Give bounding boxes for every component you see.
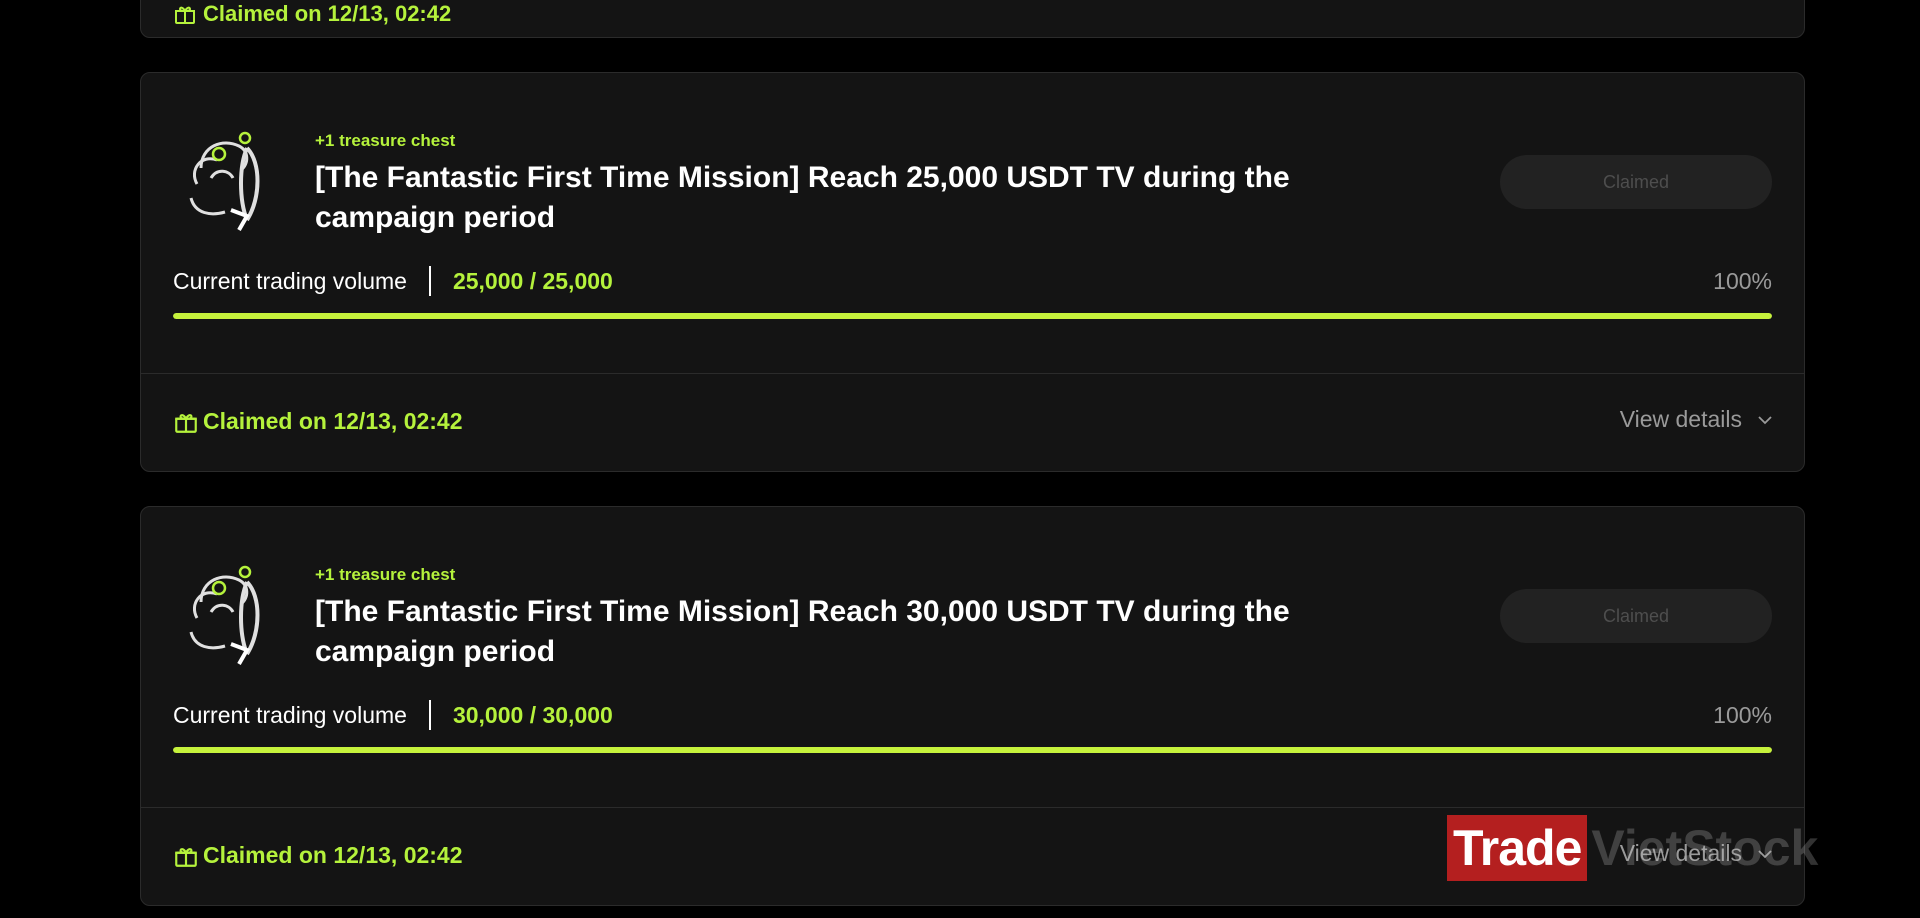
- gift-icon: [173, 409, 199, 435]
- progress-fill: [173, 747, 1772, 753]
- view-details-toggle[interactable]: View details: [1620, 406, 1772, 433]
- volume-value: 25,000 / 25,000: [452, 267, 613, 294]
- rewards-page: Claimed on 12/13, 02:42 +1 treasure ches…: [0, 0, 1920, 918]
- claimed-date: Claimed on 12/13, 02:42: [203, 1, 452, 26]
- volume-divider: [428, 266, 431, 296]
- watermark-suffix: VietStock: [1591, 820, 1819, 876]
- claimed-status: Claimed on 12/13, 02:42: [173, 408, 463, 435]
- claimed-date: Claimed on 12/13, 02:42: [203, 842, 463, 868]
- mission-card: +1 treasure chest [The Fantastic First T…: [140, 72, 1805, 472]
- view-details-label: View details: [1619, 406, 1742, 432]
- progress-bar: [173, 747, 1772, 753]
- claimed-status: Claimed on 12/13, 02:42: [173, 842, 463, 869]
- chevron-down-icon: [1758, 415, 1772, 425]
- progress-bar: [173, 313, 1772, 319]
- gift-icon: [173, 2, 197, 26]
- card-footer: Claimed on 12/13, 02:42 View details: [141, 374, 1804, 473]
- mission-title: [The Fantastic First Time Mission] Reach…: [315, 595, 1290, 668]
- volume-label: Current trading volume: [173, 701, 407, 728]
- mission-title: [The Fantastic First Time Mission] Reach…: [315, 161, 1290, 234]
- volume-label: Current trading volume: [173, 267, 407, 294]
- volume-row: Current trading volume 30,000 / 30,000 1…: [173, 700, 1772, 730]
- claimed-status: Claimed on 12/13, 02:42: [173, 1, 451, 27]
- reward-label: +1 treasure chest: [315, 131, 456, 150]
- surfer-mascot-icon: [181, 128, 277, 238]
- claimed-date: Claimed on 12/13, 02:42: [203, 408, 463, 434]
- progress-percent: 100%: [1713, 267, 1772, 294]
- volume-divider: [428, 700, 431, 730]
- progress-percent: 100%: [1713, 701, 1772, 728]
- mission-body: +1 treasure chest [The Fantastic First T…: [141, 73, 1804, 373]
- watermark-logo: Trade VietStock: [1447, 815, 1818, 881]
- watermark-brand: Trade: [1447, 815, 1588, 881]
- progress-fill: [173, 313, 1772, 319]
- surfer-mascot-icon: [181, 562, 277, 672]
- mission-body: +1 treasure chest [The Fantastic First T…: [141, 507, 1804, 807]
- reward-label: +1 treasure chest: [315, 565, 456, 584]
- volume-row: Current trading volume 25,000 / 25,000 1…: [173, 266, 1772, 296]
- gift-icon: [173, 843, 199, 869]
- mission-card-previous: Claimed on 12/13, 02:42: [140, 0, 1805, 38]
- volume-value: 30,000 / 30,000: [452, 701, 613, 728]
- claimed-button[interactable]: Claimed: [1500, 589, 1772, 643]
- claimed-button[interactable]: Claimed: [1500, 155, 1772, 209]
